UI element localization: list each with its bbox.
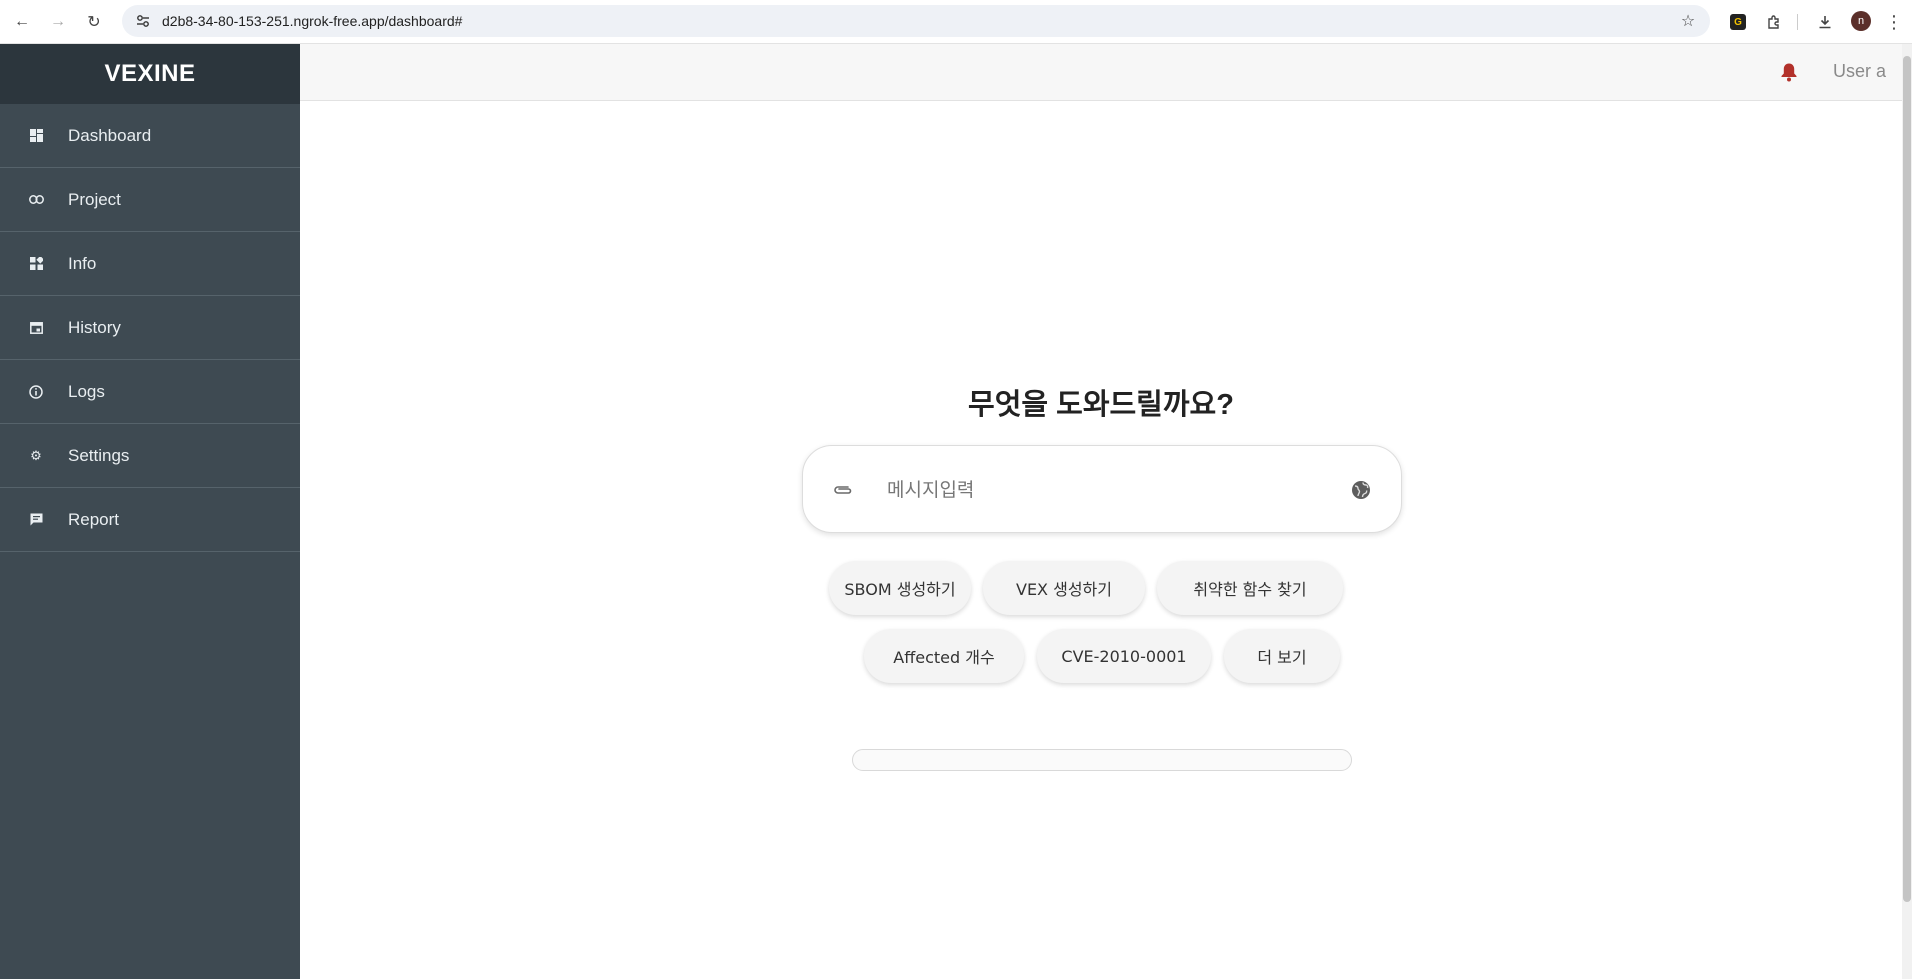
user-menu[interactable]: User a [1833,61,1886,82]
sidebar-item-label: Settings [68,445,130,465]
toolbar-divider [1797,14,1798,30]
main-content: 무엇을 도와드릴까요? SBOM 생성하기 VEX 생성하기 취약한 함수 찾기… [300,101,1902,979]
sidebar-item-settings[interactable]: ⚙ Settings [0,424,300,488]
extension-icon[interactable]: G [1726,10,1750,34]
sidebar-item-project[interactable]: Project [0,168,300,232]
more-suggestions-button[interactable]: 더 보기 [1224,629,1340,683]
progress-bar [852,749,1352,771]
sidebar-item-label: Info [68,253,97,273]
sidebar-item-label: Report [68,509,120,529]
sidebar-item-label: Logs [68,381,105,401]
page-scrollbar[interactable] [1902,44,1912,979]
url-text[interactable]: d2b8-34-80-153-251.ngrok-free.app/dashbo… [162,13,462,29]
sidebar-item-label: Dashboard [68,125,152,145]
suggestion-chip[interactable]: CVE-2010-0001 [1037,629,1211,683]
widgets-icon [28,256,44,272]
notification-bell-icon[interactable] [1778,60,1800,84]
back-arrow-icon[interactable]: ← [10,10,34,34]
address-bar[interactable]: d2b8-34-80-153-251.ngrok-free.app/dashbo… [122,5,1710,37]
page-title: 무엇을 도와드릴까요? [968,389,1234,421]
message-input[interactable] [887,470,1317,510]
link-icon [28,192,44,208]
suggestion-chip[interactable]: SBOM 생성하기 [829,561,971,615]
sidebar: VEXINE Dashboard Project Info History Lo… [0,44,300,979]
sidebar-item-label: Project [68,189,121,209]
download-icon[interactable] [1813,10,1837,34]
sidebar-item-info[interactable]: Info [0,232,300,296]
dashboard-icon [28,128,44,144]
paperclip-icon[interactable] [831,478,855,502]
sidebar-item-dashboard[interactable]: Dashboard [0,104,300,168]
site-info-icon[interactable] [134,12,152,30]
info-circle-icon [28,384,44,400]
extensions-puzzle-icon[interactable] [1762,10,1786,34]
gear-icon: ⚙ [30,447,42,463]
calendar-icon [28,320,44,336]
scrollbar-thumb[interactable] [1903,56,1911,902]
chat-composer [802,445,1402,533]
sidebar-item-history[interactable]: History [0,296,300,360]
suggestion-chip[interactable]: VEX 생성하기 [983,561,1145,615]
suggestion-chip[interactable]: Affected 개수 [864,629,1024,683]
reload-icon[interactable]: ↻ [82,10,106,34]
chat-bubble-icon [28,512,44,528]
browser-menu-icon[interactable]: ⋮ [1884,10,1904,34]
top-header: User a [300,44,1902,101]
suggestion-chip[interactable]: 취약한 함수 찾기 [1157,561,1343,615]
bookmark-star-icon[interactable]: ☆ [1678,11,1698,31]
sidebar-item-logs[interactable]: Logs [0,360,300,424]
browser-toolbar: ← → ↻ d2b8-34-80-153-251.ngrok-free.app/… [0,0,1912,44]
forward-arrow-icon[interactable]: → [46,10,70,34]
profile-avatar[interactable]: n [1851,11,1871,31]
extension-badge-icon: G [1730,14,1746,30]
brand-logo[interactable]: VEXINE [0,44,300,104]
sidebar-item-label: History [68,317,121,337]
globe-icon[interactable] [1349,478,1373,502]
sidebar-item-report[interactable]: Report [0,488,300,552]
